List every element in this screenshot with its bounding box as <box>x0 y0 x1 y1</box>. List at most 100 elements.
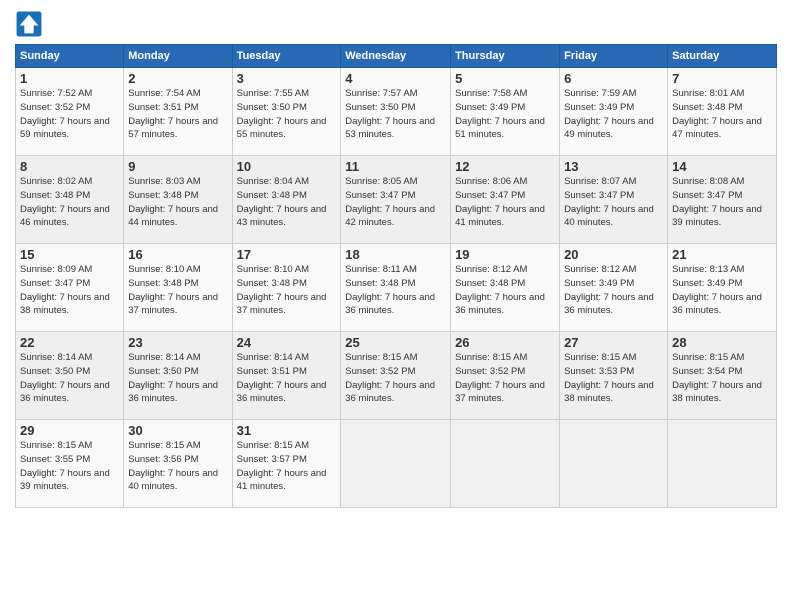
day-info: Sunrise: 8:02 AMSunset: 3:48 PMDaylight:… <box>20 175 119 230</box>
weekday-header-monday: Monday <box>124 45 232 68</box>
day-info: Sunrise: 8:10 AMSunset: 3:48 PMDaylight:… <box>237 263 337 318</box>
calendar-cell: 25Sunrise: 8:15 AMSunset: 3:52 PMDayligh… <box>341 332 451 420</box>
logo <box>15 10 47 38</box>
day-info: Sunrise: 8:15 AMSunset: 3:55 PMDaylight:… <box>20 439 119 494</box>
calendar-body: 1Sunrise: 7:52 AMSunset: 3:52 PMDaylight… <box>16 68 777 508</box>
calendar-table: SundayMondayTuesdayWednesdayThursdayFrid… <box>15 44 777 508</box>
calendar-cell: 30Sunrise: 8:15 AMSunset: 3:56 PMDayligh… <box>124 420 232 508</box>
day-number: 24 <box>237 335 337 350</box>
calendar-cell: 29Sunrise: 8:15 AMSunset: 3:55 PMDayligh… <box>16 420 124 508</box>
calendar-cell: 12Sunrise: 8:06 AMSunset: 3:47 PMDayligh… <box>451 156 560 244</box>
header <box>15 10 777 38</box>
calendar-cell: 21Sunrise: 8:13 AMSunset: 3:49 PMDayligh… <box>668 244 777 332</box>
calendar-cell: 15Sunrise: 8:09 AMSunset: 3:47 PMDayligh… <box>16 244 124 332</box>
calendar-cell: 11Sunrise: 8:05 AMSunset: 3:47 PMDayligh… <box>341 156 451 244</box>
day-info: Sunrise: 8:12 AMSunset: 3:48 PMDaylight:… <box>455 263 555 318</box>
day-info: Sunrise: 8:15 AMSunset: 3:52 PMDaylight:… <box>345 351 446 406</box>
logo-icon <box>15 10 43 38</box>
calendar-week-4: 22Sunrise: 8:14 AMSunset: 3:50 PMDayligh… <box>16 332 777 420</box>
page: SundayMondayTuesdayWednesdayThursdayFrid… <box>0 0 792 612</box>
day-info: Sunrise: 8:06 AMSunset: 3:47 PMDaylight:… <box>455 175 555 230</box>
day-info: Sunrise: 8:10 AMSunset: 3:48 PMDaylight:… <box>128 263 227 318</box>
day-number: 4 <box>345 71 446 86</box>
calendar-cell: 14Sunrise: 8:08 AMSunset: 3:47 PMDayligh… <box>668 156 777 244</box>
day-number: 31 <box>237 423 337 438</box>
calendar-cell: 22Sunrise: 8:14 AMSunset: 3:50 PMDayligh… <box>16 332 124 420</box>
day-number: 14 <box>672 159 772 174</box>
calendar-cell: 3Sunrise: 7:55 AMSunset: 3:50 PMDaylight… <box>232 68 341 156</box>
day-info: Sunrise: 7:58 AMSunset: 3:49 PMDaylight:… <box>455 87 555 142</box>
day-info: Sunrise: 8:14 AMSunset: 3:51 PMDaylight:… <box>237 351 337 406</box>
day-info: Sunrise: 8:07 AMSunset: 3:47 PMDaylight:… <box>564 175 663 230</box>
calendar-week-1: 1Sunrise: 7:52 AMSunset: 3:52 PMDaylight… <box>16 68 777 156</box>
calendar-cell: 2Sunrise: 7:54 AMSunset: 3:51 PMDaylight… <box>124 68 232 156</box>
day-info: Sunrise: 8:05 AMSunset: 3:47 PMDaylight:… <box>345 175 446 230</box>
calendar-cell: 28Sunrise: 8:15 AMSunset: 3:54 PMDayligh… <box>668 332 777 420</box>
day-number: 21 <box>672 247 772 262</box>
calendar-cell <box>341 420 451 508</box>
calendar-header: SundayMondayTuesdayWednesdayThursdayFrid… <box>16 45 777 68</box>
calendar-cell: 26Sunrise: 8:15 AMSunset: 3:52 PMDayligh… <box>451 332 560 420</box>
calendar-cell: 16Sunrise: 8:10 AMSunset: 3:48 PMDayligh… <box>124 244 232 332</box>
day-number: 12 <box>455 159 555 174</box>
weekday-header-thursday: Thursday <box>451 45 560 68</box>
calendar-cell: 13Sunrise: 8:07 AMSunset: 3:47 PMDayligh… <box>560 156 668 244</box>
day-number: 29 <box>20 423 119 438</box>
day-info: Sunrise: 8:15 AMSunset: 3:57 PMDaylight:… <box>237 439 337 494</box>
day-number: 5 <box>455 71 555 86</box>
day-info: Sunrise: 7:52 AMSunset: 3:52 PMDaylight:… <box>20 87 119 142</box>
day-info: Sunrise: 7:54 AMSunset: 3:51 PMDaylight:… <box>128 87 227 142</box>
day-info: Sunrise: 8:11 AMSunset: 3:48 PMDaylight:… <box>345 263 446 318</box>
day-info: Sunrise: 7:57 AMSunset: 3:50 PMDaylight:… <box>345 87 446 142</box>
day-number: 8 <box>20 159 119 174</box>
day-number: 25 <box>345 335 446 350</box>
day-number: 28 <box>672 335 772 350</box>
calendar-cell: 5Sunrise: 7:58 AMSunset: 3:49 PMDaylight… <box>451 68 560 156</box>
day-number: 23 <box>128 335 227 350</box>
day-number: 15 <box>20 247 119 262</box>
day-info: Sunrise: 8:04 AMSunset: 3:48 PMDaylight:… <box>237 175 337 230</box>
calendar-cell: 9Sunrise: 8:03 AMSunset: 3:48 PMDaylight… <box>124 156 232 244</box>
calendar-cell: 10Sunrise: 8:04 AMSunset: 3:48 PMDayligh… <box>232 156 341 244</box>
calendar-cell <box>560 420 668 508</box>
day-info: Sunrise: 8:15 AMSunset: 3:56 PMDaylight:… <box>128 439 227 494</box>
calendar-week-3: 15Sunrise: 8:09 AMSunset: 3:47 PMDayligh… <box>16 244 777 332</box>
day-info: Sunrise: 8:09 AMSunset: 3:47 PMDaylight:… <box>20 263 119 318</box>
day-number: 26 <box>455 335 555 350</box>
calendar-cell: 20Sunrise: 8:12 AMSunset: 3:49 PMDayligh… <box>560 244 668 332</box>
day-number: 13 <box>564 159 663 174</box>
day-number: 10 <box>237 159 337 174</box>
calendar-cell: 6Sunrise: 7:59 AMSunset: 3:49 PMDaylight… <box>560 68 668 156</box>
calendar-week-5: 29Sunrise: 8:15 AMSunset: 3:55 PMDayligh… <box>16 420 777 508</box>
day-number: 16 <box>128 247 227 262</box>
day-info: Sunrise: 8:01 AMSunset: 3:48 PMDaylight:… <box>672 87 772 142</box>
day-number: 3 <box>237 71 337 86</box>
day-info: Sunrise: 8:08 AMSunset: 3:47 PMDaylight:… <box>672 175 772 230</box>
day-info: Sunrise: 7:59 AMSunset: 3:49 PMDaylight:… <box>564 87 663 142</box>
day-number: 27 <box>564 335 663 350</box>
day-number: 30 <box>128 423 227 438</box>
weekday-row: SundayMondayTuesdayWednesdayThursdayFrid… <box>16 45 777 68</box>
day-number: 9 <box>128 159 227 174</box>
day-info: Sunrise: 8:03 AMSunset: 3:48 PMDaylight:… <box>128 175 227 230</box>
weekday-header-saturday: Saturday <box>668 45 777 68</box>
day-number: 22 <box>20 335 119 350</box>
day-number: 19 <box>455 247 555 262</box>
calendar-cell: 31Sunrise: 8:15 AMSunset: 3:57 PMDayligh… <box>232 420 341 508</box>
calendar-cell: 1Sunrise: 7:52 AMSunset: 3:52 PMDaylight… <box>16 68 124 156</box>
weekday-header-wednesday: Wednesday <box>341 45 451 68</box>
day-info: Sunrise: 8:14 AMSunset: 3:50 PMDaylight:… <box>128 351 227 406</box>
weekday-header-friday: Friday <box>560 45 668 68</box>
calendar-cell: 7Sunrise: 8:01 AMSunset: 3:48 PMDaylight… <box>668 68 777 156</box>
day-number: 6 <box>564 71 663 86</box>
calendar-cell: 4Sunrise: 7:57 AMSunset: 3:50 PMDaylight… <box>341 68 451 156</box>
day-info: Sunrise: 8:14 AMSunset: 3:50 PMDaylight:… <box>20 351 119 406</box>
day-info: Sunrise: 8:12 AMSunset: 3:49 PMDaylight:… <box>564 263 663 318</box>
day-info: Sunrise: 8:13 AMSunset: 3:49 PMDaylight:… <box>672 263 772 318</box>
day-number: 20 <box>564 247 663 262</box>
calendar-week-2: 8Sunrise: 8:02 AMSunset: 3:48 PMDaylight… <box>16 156 777 244</box>
calendar-cell: 8Sunrise: 8:02 AMSunset: 3:48 PMDaylight… <box>16 156 124 244</box>
calendar-cell: 27Sunrise: 8:15 AMSunset: 3:53 PMDayligh… <box>560 332 668 420</box>
calendar-cell <box>451 420 560 508</box>
calendar-cell: 17Sunrise: 8:10 AMSunset: 3:48 PMDayligh… <box>232 244 341 332</box>
